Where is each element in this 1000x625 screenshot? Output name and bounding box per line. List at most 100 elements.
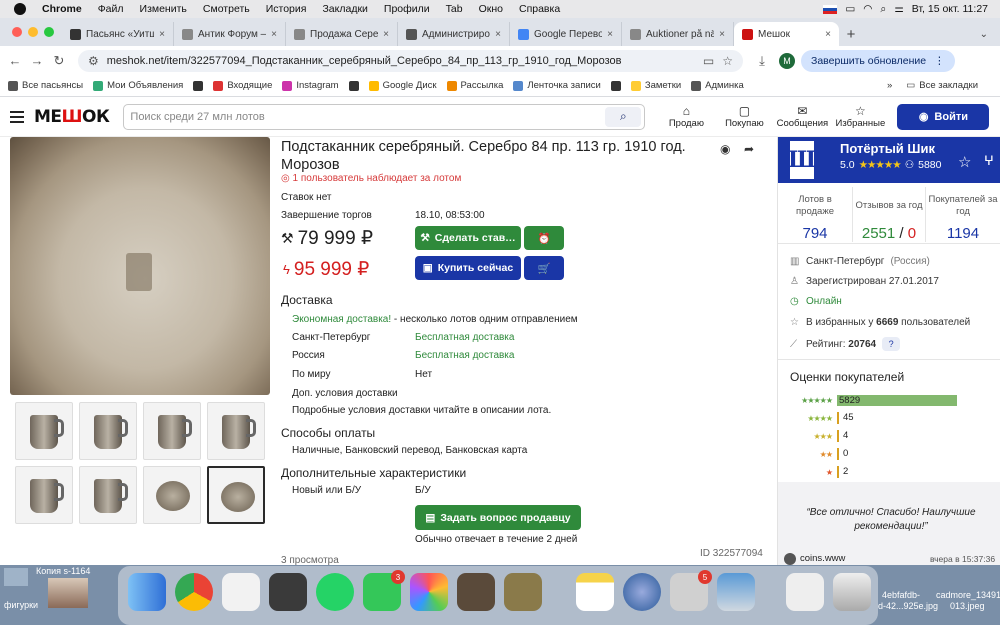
network-app-icon[interactable] (623, 573, 661, 611)
header-sell-link[interactable]: ⌂ Продаю (659, 104, 713, 129)
search-spotlight-icon[interactable]: ⌕ (880, 3, 886, 16)
review-bar-row[interactable]: ★★★★ 45 (790, 409, 990, 427)
apple-icon[interactable] (14, 3, 26, 15)
bookmark-item[interactable]: Все пасьянсы (8, 80, 83, 91)
reviewer-name[interactable]: coins.www (800, 553, 845, 564)
site-logo[interactable]: МЕШОК (34, 107, 110, 127)
tab-close-icon[interactable]: × (607, 29, 613, 40)
desktop-file-label-4[interactable]: d-42...925e.jpg (878, 601, 938, 611)
chrome-icon[interactable] (175, 573, 213, 611)
add-to-cart-button[interactable]: 🛒 (524, 256, 564, 280)
photos-icon[interactable] (410, 573, 448, 611)
photo-thumbnail-5[interactable] (15, 466, 73, 524)
menu-edit[interactable]: Изменить (140, 3, 187, 15)
maximize-window-icon[interactable] (44, 27, 54, 37)
notes-icon[interactable] (576, 573, 614, 611)
bookmark-item[interactable]: Заметки (630, 80, 681, 91)
reload-button[interactable]: ↻ (48, 53, 70, 69)
close-window-icon[interactable] (12, 27, 22, 37)
pencil-app-icon[interactable] (222, 573, 260, 611)
bookmark-star-icon[interactable]: ☆ (722, 54, 733, 68)
favorite-seller-star-icon[interactable]: ☆ (958, 153, 971, 171)
site-info-icon[interactable]: ⚙ (88, 54, 99, 68)
photo-thumbnail-4[interactable] (207, 402, 265, 460)
menu-app-name[interactable]: Chrome (42, 3, 82, 15)
wifi-icon[interactable]: ◠ (863, 3, 872, 15)
share-icon[interactable]: ➦ (744, 142, 754, 156)
review-bar-row[interactable]: ★★★★★ 5829 (790, 391, 990, 409)
seller-header[interactable]: Ш Потёртый Шик 5.0 ★★★★★ ⚇ 5880 ☆ ⵖ (778, 137, 1000, 183)
tab-active[interactable]: Мешок × (734, 22, 839, 46)
cast-icon[interactable]: ▭ (703, 54, 714, 68)
control-center-icon[interactable]: ⚌ (894, 3, 903, 15)
bookmark-item[interactable] (193, 80, 204, 91)
buy-now-button[interactable]: ▣ Купить сейчас (415, 256, 521, 280)
stat-lots-on-sale[interactable]: Лотов в продаже 794 (778, 187, 852, 242)
photo-thumbnail-8-selected[interactable] (207, 466, 265, 524)
photo-thumbnail-2[interactable] (79, 402, 137, 460)
more-menu-icon[interactable]: ⋮ (934, 55, 945, 67)
game-app-icon[interactable] (457, 573, 495, 611)
menu-file[interactable]: Файл (98, 3, 124, 15)
document-stack-icon[interactable] (786, 573, 824, 611)
menu-history[interactable]: История (266, 3, 307, 15)
bookmarks-overflow-icon[interactable]: » (887, 80, 892, 91)
desktop-file-label-6[interactable]: 013.jpeg (950, 601, 985, 611)
header-favorites-link[interactable]: ☆ Избранные (833, 104, 887, 129)
tab-6[interactable]: Auktioner på nätet × (622, 22, 734, 46)
profile-avatar[interactable]: M (779, 52, 795, 69)
tab-3[interactable]: Продажа Серебр × (286, 22, 398, 46)
bookmark-item[interactable]: Мои Объявления (93, 80, 183, 91)
stat-reviews-year[interactable]: Отзывов за год 2551 / 0 (852, 187, 926, 242)
tab-5[interactable]: Google Переводч × (510, 22, 622, 46)
site-search-input[interactable]: Поиск среди 27 млн лотов ⌕ (123, 103, 646, 130)
forward-button[interactable]: → (26, 53, 48, 68)
header-buy-link[interactable]: ▢ Покупаю (717, 104, 771, 129)
tab-close-icon[interactable]: × (495, 29, 501, 40)
photo-thumbnail-1[interactable] (15, 402, 73, 460)
menu-bookmarks[interactable]: Закладки (322, 3, 367, 15)
bookmark-item[interactable]: Входящие (213, 80, 272, 91)
place-bid-button[interactable]: ⚒ Сделать став… (415, 226, 521, 250)
login-button[interactable]: ◉ Войти (897, 103, 990, 130)
economy-delivery-link[interactable]: Экономная доставка! (292, 314, 391, 325)
whatsapp-icon[interactable] (316, 573, 354, 611)
trash-icon[interactable] (833, 573, 871, 611)
desktop-file-label-2[interactable]: фигурки (4, 600, 38, 610)
preview-icon[interactable] (717, 573, 755, 611)
review-bar-row[interactable]: ★★★ 4 (790, 427, 990, 445)
tab-close-icon[interactable]: × (383, 29, 389, 40)
menu-view[interactable]: Смотреть (203, 3, 250, 15)
bookmark-item[interactable]: Instagram (282, 80, 339, 91)
tab-close-icon[interactable]: × (825, 29, 831, 40)
back-button[interactable]: ← (4, 53, 26, 68)
menu-window[interactable]: Окно (479, 3, 503, 15)
desktop-file-label-5[interactable]: cadmore_134912 (936, 590, 1000, 600)
header-messages-link[interactable]: ✉ Сообщения (775, 104, 829, 129)
url-text[interactable]: meshok.net/item/322577094_Подстаканник_с… (107, 55, 695, 67)
menu-tab[interactable]: Tab (446, 3, 463, 15)
photo-thumbnail-7[interactable] (143, 466, 201, 524)
desktop-photo-thumbnail[interactable] (48, 578, 88, 608)
tab-close-icon[interactable]: × (271, 29, 277, 40)
address-bar[interactable]: ⚙ meshok.net/item/322577094_Подстаканник… (78, 49, 743, 72)
hamburger-menu-icon[interactable] (10, 110, 24, 123)
desktop-file-label-3[interactable]: 4ebfafdb- (882, 590, 920, 600)
all-bookmarks-folder[interactable]: ▭ Все закладки (906, 80, 978, 91)
tab-close-icon[interactable]: × (159, 29, 165, 40)
bookmark-item[interactable]: Ленточка записи (513, 80, 601, 91)
search-button[interactable]: ⌕ (605, 106, 642, 127)
tab-search-chevron-icon[interactable]: ⌄ (980, 29, 988, 40)
battery-icon[interactable]: ▭ (845, 3, 855, 15)
photo-thumbnail-3[interactable] (143, 402, 201, 460)
rating-help-button[interactable]: ? (882, 337, 901, 351)
menubar-clock[interactable]: Вт, 15 окт. 11:27 (912, 3, 988, 15)
review-bar-row[interactable]: ★ 2 (790, 463, 990, 481)
minimize-window-icon[interactable] (28, 27, 38, 37)
desktop-file-label-1[interactable]: Копия s-1164 (36, 566, 90, 576)
input-language-flag-icon[interactable] (823, 4, 838, 14)
finder-icon[interactable] (128, 573, 166, 611)
ask-seller-button[interactable]: ▤ Задать вопрос продавцу (415, 505, 581, 530)
seller-name[interactable]: Потёртый Шик (840, 141, 935, 156)
bookmark-item[interactable]: Админка (691, 80, 744, 91)
